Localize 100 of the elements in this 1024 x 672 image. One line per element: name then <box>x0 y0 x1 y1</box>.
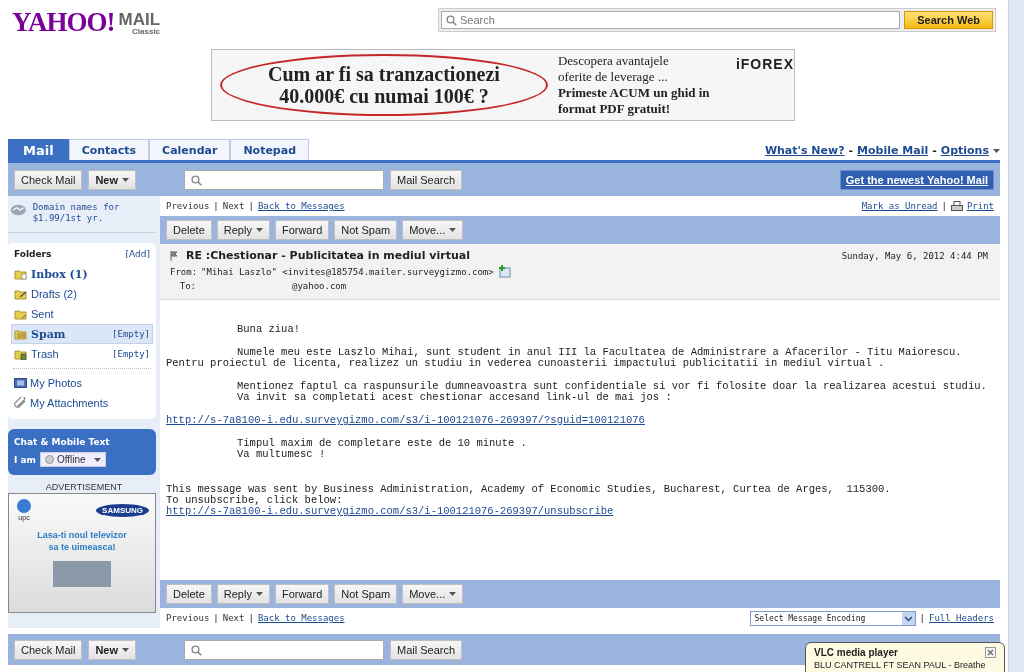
notification-title: VLC media player <box>814 647 898 658</box>
header-link[interactable]: What's New? <box>764 144 845 157</box>
message-link[interactable]: http://s-7a8100-i.edu.surveygizmo.com/s3/i-100121076-269397/unsubscribe <box>166 506 994 517</box>
ad-brand: iFOREX <box>735 56 794 72</box>
message-link[interactable]: http://s-7a8100-i.edu.surveygizmo.com/s3/i-100121076-269397/?sguid=100121076 <box>166 415 994 426</box>
caret-icon <box>122 647 130 652</box>
close-icon[interactable] <box>985 647 996 658</box>
nav-tab[interactable]: Notepad <box>230 139 310 160</box>
mail-search-field[interactable] <box>184 639 385 660</box>
folder-name: Inbox (1) <box>31 267 88 281</box>
folder-item[interactable]: Spam [Empty] <box>11 324 153 344</box>
mark-unread-link[interactable]: Mark as Unread <box>861 201 938 211</box>
message-action-button[interactable]: Not Spam <box>334 220 398 240</box>
message-action-button[interactable]: Move... <box>402 584 464 604</box>
sidebar-link[interactable]: My Attachments <box>11 393 153 413</box>
caret-icon <box>901 611 915 625</box>
notification-text: BLU CANTRELL FT SEAN PAUL - Breathe <box>814 660 987 670</box>
message-action-button[interactable]: Reply <box>216 584 270 604</box>
folder-name: Trash <box>31 348 59 360</box>
folder-name: Drafts (2) <box>31 288 77 300</box>
header-link[interactable]: Options <box>940 144 989 157</box>
photo-icon <box>14 378 27 388</box>
web-search-field[interactable]: Search <box>441 11 901 29</box>
status-label: I am <box>14 454 36 465</box>
message-text: Timpul maxim de completare este de 10 minute . <box>236 438 528 449</box>
message-action-button[interactable]: Forward <box>274 220 330 240</box>
message-action-button[interactable]: Reply <box>216 220 270 240</box>
to-label: To: <box>178 281 196 291</box>
search-icon <box>446 15 457 26</box>
message-text: Pentru proiectul de licenta, realizez un studiu in vederea cunoasterii impactului publicitatii in mediul virtual . <box>166 358 886 369</box>
check-mail-button[interactable]: Check Mail <box>14 639 83 660</box>
message-nav-link[interactable]: Back to Messages <box>257 201 345 211</box>
printer-icon <box>950 200 963 212</box>
new-button[interactable]: New <box>88 169 137 190</box>
caret-icon <box>255 228 263 232</box>
mail-search-button[interactable]: Mail Search <box>390 169 463 190</box>
upgrade-link[interactable]: Get the newest Yahoo! Mail <box>839 169 994 190</box>
ad-banner[interactable]: Cum ar fi sa tranzactionezi 40.000€ cu numai 100€ ? Descopera avantajele oferite de leverage ... Primeste ACUM un ghid in format PDF gratuit! iFOREX <box>211 49 795 121</box>
nav-separator: | <box>248 613 254 623</box>
message-text: Va invit sa completati acest chestionar accesand link-ul de mai jos : <box>236 392 673 403</box>
encoding-dropdown[interactable]: Select Message Encoding <box>749 610 916 626</box>
sender-address: "Mihai Laszlo" <invites@185754.mailer.surveygizmo.com> <box>201 266 494 277</box>
nav-tab[interactable]: Calendar <box>149 139 231 160</box>
caret-icon <box>94 457 102 462</box>
folder-item[interactable]: Trash [Empty] <box>11 344 153 364</box>
message-text: This message was sent by Business Administration, Academy of Economic Studies, Bucharest, Curtea de Arges, 115300. <box>166 484 892 495</box>
nav-separator: | <box>919 613 925 623</box>
search-web-button[interactable]: Search Web <box>904 11 993 29</box>
folder-icon <box>14 288 28 300</box>
caret-icon <box>122 177 130 182</box>
folder-item[interactable]: Inbox (1) <box>11 264 153 284</box>
folders-title: Folders <box>14 249 52 259</box>
mail-search-field[interactable] <box>184 169 385 190</box>
add-folder-link[interactable]: [Add] <box>125 249 150 259</box>
add-contact-icon[interactable] <box>497 265 511 278</box>
folder-icon <box>14 268 28 280</box>
nav-tab[interactable]: Contacts <box>68 139 150 160</box>
full-headers-link[interactable]: Full Headers <box>928 613 994 623</box>
caret-icon <box>993 148 1000 153</box>
from-label: From: <box>170 266 198 277</box>
ad-brand: SAMSUNG <box>96 504 149 517</box>
ad-text: Descopera avantajele <box>557 53 670 69</box>
nav-separator: | <box>248 201 254 211</box>
message-action-button[interactable]: Forward <box>274 584 330 604</box>
ad-text: format PDF gratuit! <box>557 101 672 117</box>
message-action-button[interactable]: Delete <box>166 220 212 240</box>
ad-headline: Cum ar fi sa tranzactionezi <box>268 63 500 85</box>
recipient-address: @yahoo.com <box>292 281 347 291</box>
check-mail-button[interactable]: Check Mail <box>14 169 83 190</box>
ad-label: ADVERTISEMENT <box>44 482 124 492</box>
message-text: Buna ziua! <box>236 324 301 335</box>
domain-promo-link[interactable]: Domain names for $1.99/1st yr. <box>32 202 156 224</box>
caret-icon <box>449 228 457 232</box>
link-separator: - <box>848 144 854 157</box>
sidebar-link[interactable]: My Photos <box>11 373 153 393</box>
message-subject: RE :Chestionar - Publicitatea in mediul virtual <box>186 249 470 262</box>
message-nav-link[interactable]: Back to Messages <box>257 613 345 623</box>
status-dropdown[interactable]: Offline <box>39 452 107 467</box>
message-action-button[interactable]: Not Spam <box>334 584 398 604</box>
header-link[interactable]: Mobile Mail <box>857 144 929 157</box>
message-action-button[interactable]: Delete <box>166 584 212 604</box>
folder-item[interactable]: Drafts (2) <box>11 284 153 304</box>
new-button[interactable]: New <box>88 639 137 660</box>
empty-folder-link[interactable]: [Empty] <box>112 349 150 359</box>
mail-search-button[interactable]: Mail Search <box>390 639 463 660</box>
empty-folder-link[interactable]: [Empty] <box>112 329 150 339</box>
flag-icon <box>170 250 178 261</box>
scrollbar[interactable] <box>1008 0 1024 672</box>
message-text: Va multumesc ! <box>236 449 327 460</box>
nav-separator: | <box>213 201 219 211</box>
folder-name: Spam <box>31 327 66 341</box>
link-separator: - <box>932 144 937 157</box>
folder-icon <box>14 328 28 340</box>
message-text: To unsubscribe, click below: <box>166 495 344 506</box>
folder-item[interactable]: Sent <box>11 304 153 324</box>
nav-tab[interactable]: Mail <box>8 139 69 160</box>
print-link[interactable]: Print <box>966 201 994 211</box>
ball-icon <box>15 498 33 514</box>
paperclip-icon <box>14 397 27 409</box>
message-action-button[interactable]: Move... <box>402 220 464 240</box>
